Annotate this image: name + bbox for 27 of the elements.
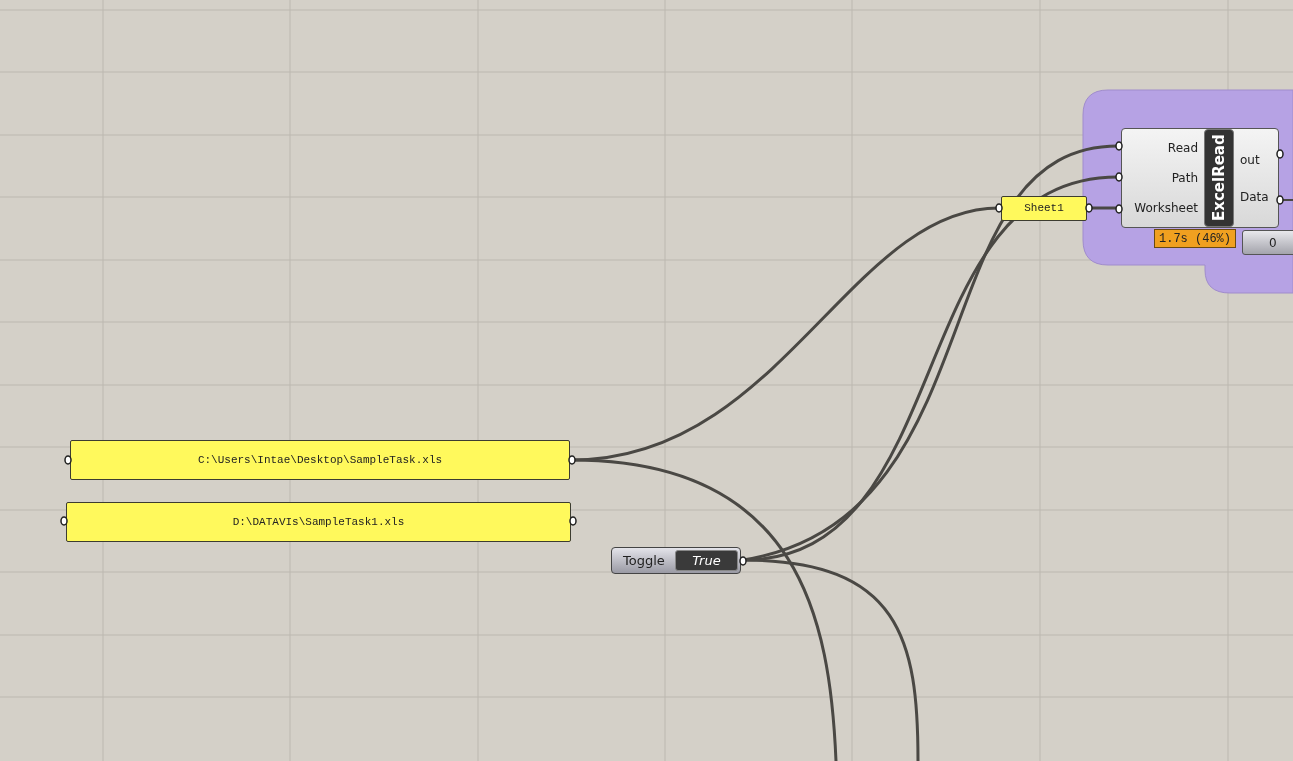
profiler-label: 1.7s (46%) — [1154, 229, 1236, 248]
input-label: Worksheet — [1134, 200, 1198, 217]
port-icon[interactable] — [64, 455, 72, 465]
port-icon[interactable] — [1276, 149, 1284, 159]
port-icon[interactable] — [1115, 172, 1123, 182]
port-icon[interactable] — [1115, 141, 1123, 151]
toggle-label: Toggle — [623, 551, 665, 570]
port-icon[interactable] — [60, 516, 68, 526]
toggle[interactable]: Toggle True — [611, 547, 741, 574]
port-icon[interactable] — [568, 455, 576, 465]
panel[interactable]: C:\Users\Intae\Desktop\SampleTask.xls — [70, 440, 570, 480]
input-label: Read — [1167, 140, 1198, 157]
port-icon[interactable] — [995, 203, 1003, 213]
toggle-value: True — [674, 550, 738, 571]
panel[interactable]: D:\DATAVIs\SampleTask1.xls — [66, 502, 571, 542]
port-icon[interactable] — [1276, 195, 1284, 205]
panel[interactable]: Sheet1 — [1001, 196, 1087, 221]
wire — [1281, 199, 1293, 201]
port-icon[interactable] — [1085, 203, 1093, 213]
port-icon[interactable] — [569, 516, 577, 526]
output-label: Data — [1240, 188, 1269, 206]
port-icon[interactable] — [739, 556, 747, 566]
port-icon[interactable] — [1115, 204, 1123, 214]
input-label: Path — [1171, 170, 1198, 187]
output-label: out — [1240, 151, 1260, 169]
component-name: ExcelRead — [1204, 129, 1234, 227]
value-box[interactable]: 0 — [1242, 230, 1293, 255]
